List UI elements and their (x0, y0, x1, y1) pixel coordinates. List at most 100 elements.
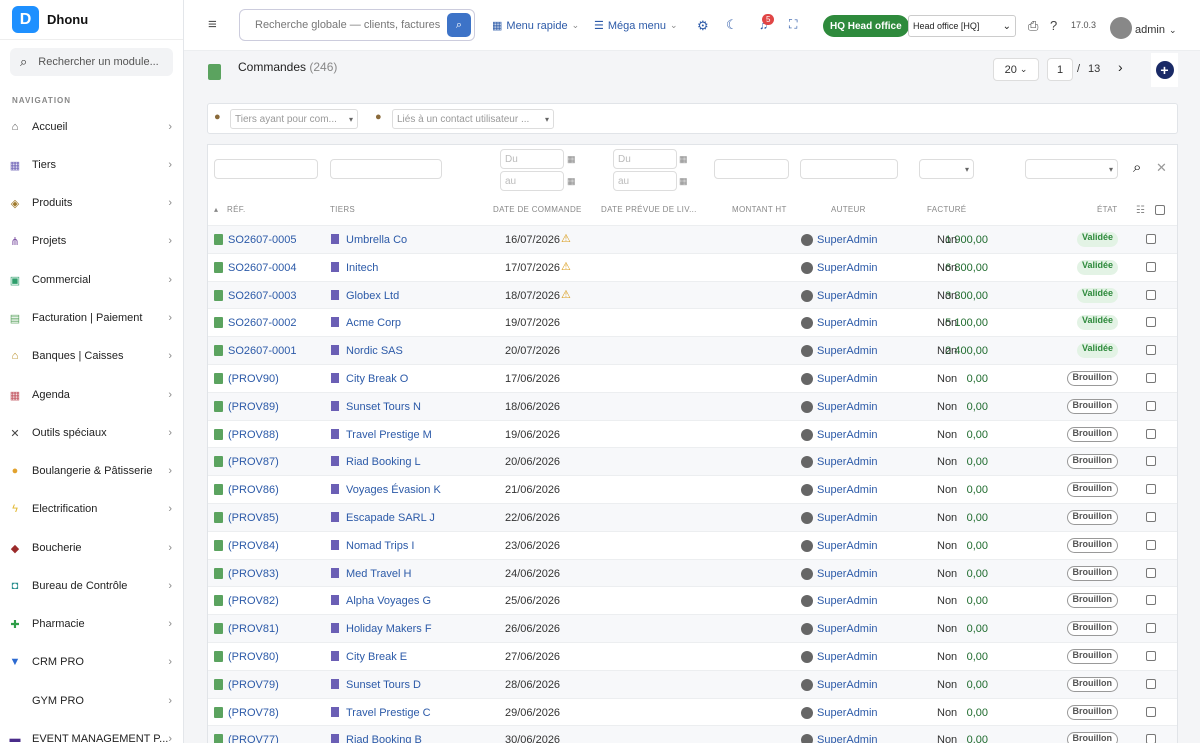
row-checkbox[interactable] (1146, 651, 1156, 661)
author-link[interactable]: SuperAdmin (817, 540, 878, 552)
author-link[interactable]: SuperAdmin (817, 345, 878, 357)
author-link[interactable]: SuperAdmin (817, 595, 878, 607)
table-row[interactable]: (PROV90) City Break O 17/06/2026 0,00 Su… (208, 364, 1177, 392)
tiers-link[interactable]: City Break O (346, 373, 408, 385)
order-ref-link[interactable]: (PROV89) (228, 401, 279, 413)
tiers-link[interactable]: Globex Ltd (346, 290, 399, 302)
row-checkbox[interactable] (1146, 234, 1156, 244)
order-ref-link[interactable]: (PROV81) (228, 623, 279, 635)
row-checkbox[interactable] (1146, 512, 1156, 522)
table-row[interactable]: (PROV88) Travel Prestige M 19/06/2026 0,… (208, 419, 1177, 448)
print-icon[interactable]: ⎙ (1028, 18, 1038, 34)
row-checkbox[interactable] (1146, 595, 1156, 606)
tiers-link[interactable]: Travel Prestige C (346, 707, 431, 719)
table-row[interactable]: SO2607-0005 Umbrella Co 16/07/2026 ⚠ 1 9… (208, 225, 1177, 253)
order-ref-link[interactable]: (PROV77) (228, 734, 279, 743)
tiers-filter-input[interactable] (330, 159, 442, 179)
column-selector-icon[interactable]: ☷ (1136, 205, 1145, 216)
calendar-icon[interactable]: ▦ (567, 176, 576, 187)
tiers-link[interactable]: Umbrella Co (346, 234, 407, 246)
sidebar-item[interactable]: ϟ Electrification › (0, 497, 184, 521)
order-ref-link[interactable]: (PROV87) (228, 456, 279, 468)
contact-filter-select[interactable]: Liés à un contact utilisateur ... ▾ (392, 109, 554, 129)
row-checkbox[interactable] (1146, 373, 1156, 383)
tiers-link[interactable]: Sunset Tours D (346, 679, 421, 691)
row-checkbox[interactable] (1146, 678, 1156, 689)
tiers-link[interactable]: Riad Booking B (346, 734, 422, 743)
table-row[interactable]: (PROV80) City Break E 27/06/2026 0,00 Su… (208, 642, 1177, 670)
sidebar-item[interactable]: ▼ CRM PRO › (0, 650, 184, 674)
order-ref-link[interactable]: (PROV82) (228, 595, 279, 607)
order-ref-link[interactable]: (PROV86) (228, 484, 279, 496)
module-search-input[interactable]: ⌕ Rechercher un module... (10, 48, 173, 76)
avatar[interactable] (1110, 17, 1132, 39)
sidebar-item[interactable]: ▦ Agenda › (0, 383, 184, 407)
tiers-link[interactable]: Nordic SAS (346, 345, 403, 357)
row-checkbox[interactable] (1146, 539, 1156, 550)
author-link[interactable]: SuperAdmin (817, 290, 878, 302)
row-checkbox[interactable] (1146, 623, 1156, 634)
brand[interactable]: D Dhonu (0, 0, 183, 40)
row-checkbox[interactable] (1146, 289, 1156, 300)
row-checkbox[interactable] (1146, 734, 1156, 743)
row-checkbox[interactable] (1146, 400, 1156, 411)
col-header-date[interactable]: DATE DE COMMANDE (493, 205, 582, 214)
calendar-icon[interactable]: ▦ (679, 154, 688, 165)
fullscreen-icon[interactable]: ⛶ (789, 17, 797, 32)
sidebar-item[interactable]: ⌂ Banques | Caisses › (0, 344, 184, 368)
tiers-link[interactable]: Med Travel H (346, 568, 411, 580)
search-icon[interactable]: ⌕ (1133, 159, 1141, 176)
author-link[interactable]: SuperAdmin (817, 429, 878, 441)
tiers-link[interactable]: Nomad Trips I (346, 540, 414, 552)
sidebar-item[interactable]: ◘ Bureau de Contrôle › (0, 574, 184, 598)
search-button[interactable]: ⌕ (447, 13, 471, 37)
status-filter-select[interactable]: ▾ (1025, 159, 1118, 179)
tiers-link[interactable]: City Break E (346, 651, 407, 663)
sidebar-item[interactable]: ▣ Commercial › (0, 268, 184, 292)
tiers-link[interactable]: Initech (346, 262, 378, 274)
table-row[interactable]: (PROV82) Alpha Voyages G 25/06/2026 0,00… (208, 586, 1177, 614)
order-ref-link[interactable]: (PROV90) (228, 373, 279, 385)
order-ref-link[interactable]: SO2607-0003 (228, 290, 297, 302)
order-ref-link[interactable]: (PROV78) (228, 707, 279, 719)
col-header-tiers[interactable]: TIERS (330, 205, 355, 214)
sidebar-item[interactable]: ▬ EVENT MANAGEMENT P... › (0, 727, 184, 743)
clear-filter-icon[interactable]: ✕ (1156, 160, 1167, 176)
billed-filter-select[interactable]: ▾ (919, 159, 974, 179)
col-header-ref[interactable]: RÉF. (227, 205, 246, 214)
sidebar-item[interactable]: ● Boulangerie & Pâtisserie › (0, 459, 184, 483)
col-header-amount[interactable]: MONTANT HT (732, 205, 787, 214)
author-link[interactable]: SuperAdmin (817, 734, 878, 743)
date-to-input[interactable]: au (500, 171, 564, 191)
sidebar-item[interactable]: ▦ Tiers › (0, 153, 184, 177)
table-row[interactable]: (PROV89) Sunset Tours N 18/06/2026 0,00 … (208, 391, 1177, 420)
calendar-icon[interactable]: ▦ (567, 154, 576, 165)
col-header-author[interactable]: AUTEUR (831, 205, 866, 214)
row-checkbox[interactable] (1146, 456, 1156, 467)
row-checkbox[interactable] (1146, 567, 1156, 578)
table-row[interactable]: (PROV86) Voyages Évasion K 21/06/2026 0,… (208, 475, 1177, 503)
table-row[interactable]: (PROV79) Sunset Tours D 28/06/2026 0,00 … (208, 669, 1177, 698)
calendar-icon[interactable]: ▦ (679, 176, 688, 187)
help-icon[interactable]: ? (1050, 18, 1057, 33)
sidebar-item[interactable]: ◆ Boucherie › (0, 536, 184, 560)
sidebar-item[interactable]: ⋔ Projets › (0, 229, 184, 253)
date-from-input[interactable]: Du (500, 149, 564, 169)
delivery-to-input[interactable]: au (613, 171, 677, 191)
col-header-status[interactable]: ÉTAT (1097, 205, 1117, 214)
tiers-link[interactable]: Alpha Voyages G (346, 595, 431, 607)
sidebar-item[interactable]: GYM PRO › (0, 689, 184, 713)
tiers-filter-select[interactable]: Tiers ayant pour com... ▾ (230, 109, 358, 129)
author-link[interactable]: SuperAdmin (817, 456, 878, 468)
col-header-delivery-date[interactable]: DATE PRÉVUE DE LIV... (601, 205, 697, 214)
mega-menu-button[interactable]: ☰ Méga menu ⌄ (594, 19, 678, 33)
order-ref-link[interactable]: SO2607-0005 (228, 234, 297, 246)
table-row[interactable]: (PROV81) Holiday Makers F 26/06/2026 0,0… (208, 614, 1177, 643)
author-link[interactable]: SuperAdmin (817, 484, 878, 496)
author-link[interactable]: SuperAdmin (817, 234, 878, 246)
per-page-select[interactable]: 20 ⌄ (993, 58, 1039, 81)
table-row[interactable]: SO2607-0001 Nordic SAS 20/07/2026 2 400,… (208, 336, 1177, 365)
tiers-link[interactable]: Riad Booking L (346, 456, 421, 468)
sort-asc-icon[interactable]: ▴ (214, 205, 218, 214)
author-link[interactable]: SuperAdmin (817, 262, 878, 274)
